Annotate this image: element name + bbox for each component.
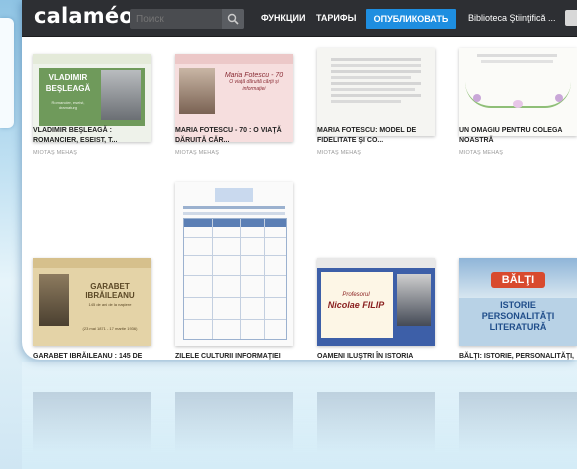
cover-subtitle-line: O viaţă dăruită cărţii și informaţiei: [229, 79, 279, 92]
publication-cover[interactable]: [459, 48, 577, 136]
publication-author[interactable]: MIOTAŞ MEHAŞ: [317, 150, 361, 156]
publication-title[interactable]: BĂLŢI: ISTORIE, PERSONALITĂŢI, LITERATUR…: [459, 352, 577, 360]
cover-subtitle-line: 145 de ani de la naştere: [88, 302, 132, 307]
cover-title-line: GARABET: [90, 282, 130, 291]
publication-author[interactable]: MIOTAŞ MEHAŞ: [33, 150, 77, 156]
cover-title-badge: BĂLŢI: [491, 272, 545, 288]
cover-caption: (23 mai 1871 - 17 martie 1936): [82, 326, 138, 331]
publication-title[interactable]: VLADIMIR BEŞLEAGĂ : ROMANCIER, ESEIST, T…: [33, 126, 151, 146]
nav-features-link[interactable]: ФУНКЦИИ: [261, 13, 305, 23]
publication-cover[interactable]: BĂLŢI ISTORIE PERSONALITĂŢI LITERATURĂ: [459, 258, 577, 346]
institution-logo: [215, 188, 253, 202]
avatar[interactable]: [565, 10, 577, 26]
publication-cover[interactable]: Profesorul Nicolae FILIP: [317, 258, 435, 346]
shelf-reflection: [22, 362, 577, 469]
portrait-photo: [101, 70, 141, 120]
publication-title[interactable]: ZILELE CULTURII INFORMAŢIEI BIBLIOTECA .…: [175, 352, 293, 360]
account-menu[interactable]: Biblioteca Ştiinţifică ...: [468, 13, 556, 23]
search-icon: [227, 13, 239, 25]
search-button[interactable]: [222, 9, 244, 29]
publication-title[interactable]: GARABET IBRĂILEANU : 145 DE ANI DE LA NA…: [33, 352, 151, 360]
cover-title-line: LITERATURĂ: [489, 322, 547, 332]
cover-title-line: Profesorul: [342, 292, 370, 298]
publication-cover[interactable]: GARABET IBRĂILEANU 145 de ani de la naşt…: [33, 258, 151, 346]
cover-title-line: VLADIMIR: [48, 73, 88, 82]
publish-button[interactable]: ОПУБЛИКОВАТЬ: [366, 9, 456, 29]
cover-title-line: BEŞLEAGĂ: [45, 84, 91, 93]
search-input[interactable]: [130, 9, 224, 29]
publication-cover[interactable]: [175, 182, 293, 346]
publication-author[interactable]: MIOTAŞ MEHAŞ: [459, 150, 503, 156]
publication-title[interactable]: UN OMAGIU PENTRU COLEGA NOASTRĂ: [459, 126, 577, 146]
search-box: [130, 9, 244, 29]
cover-title-line: PERSONALITĂŢI: [481, 311, 555, 321]
top-navigation-bar: calaméo ФУНКЦИИ ТАРИФЫ ОПУБЛИКОВАТЬ Bibl…: [22, 0, 577, 37]
background-window-edge: [0, 18, 14, 128]
cover-title-line: IBRĂILEANU: [85, 291, 135, 300]
publication-title[interactable]: OAMENI ILUŞTRI ÎN ISTORIA BĂLŢIULUI: PRO…: [317, 352, 435, 360]
publication-title[interactable]: MARIA FOTESCU - 70 : O VIAŢĂ DĂRUITĂ CĂR…: [175, 126, 293, 146]
publication-cover[interactable]: [317, 48, 435, 136]
portrait-photo: [39, 274, 69, 326]
cover-caption: Romancier, eseist, dramaturg: [51, 100, 85, 110]
publication-author[interactable]: MIOTAŞ MEHAŞ: [175, 150, 219, 156]
nav-pricing-link[interactable]: ТАРИФЫ: [316, 13, 356, 23]
calameo-logo[interactable]: calaméo: [34, 4, 134, 28]
portrait-photo: [179, 68, 215, 114]
schedule-table: [183, 218, 287, 340]
cover-title-line: Maria Fotescu - 70: [224, 72, 284, 79]
browser-window: calaméo ФУНКЦИИ ТАРИФЫ ОПУБЛИКОВАТЬ Bibl…: [22, 0, 577, 360]
publication-title[interactable]: MARIA FOTESCU: MODEL DE FIDELITATE ŞI CO…: [317, 126, 435, 146]
portrait-photo: [397, 274, 431, 326]
cover-title-line: Nicolae FILIP: [327, 300, 385, 310]
cover-title-line: ISTORIE: [500, 300, 536, 310]
